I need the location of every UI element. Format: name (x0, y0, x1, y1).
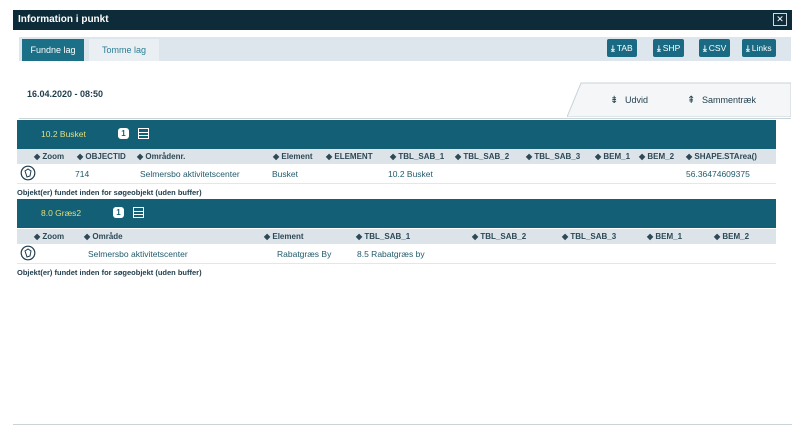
zoom-icon[interactable] (20, 165, 36, 181)
count-badge: 1 (118, 128, 129, 139)
col-bem-1[interactable]: ◆ BEM_1 (595, 152, 630, 161)
window-bottom-border (13, 424, 792, 425)
download-icon: ⤓ (703, 43, 707, 53)
table-row: 714 Selmersbo aktivitetscenter Busket 10… (17, 164, 776, 184)
table-icon[interactable] (133, 207, 144, 218)
cell-element: Rabatgræs By (277, 249, 332, 259)
collapse-icon: ⇞ (687, 95, 696, 106)
window-titlebar[interactable]: Information i punkt ✕ (13, 10, 792, 30)
window-title: Information i punkt (18, 14, 109, 25)
col-omraade[interactable]: ◆ Område (84, 232, 123, 241)
cell-tbl-sab-1: 10.2 Busket (388, 169, 433, 179)
col-element[interactable]: ◆ Element (264, 232, 304, 241)
export-shp-label: SHP (662, 43, 681, 53)
cell-omraadenr: Selmersbo aktivitetscenter (140, 169, 240, 179)
col-objectid[interactable]: ◆ OBJECTID (77, 152, 126, 161)
export-links-button[interactable]: ⤓ Links (742, 39, 776, 57)
info-bar: 16.04.2020 - 08:50 ⇟ Udvid ⇞ Sammentræk (19, 67, 791, 119)
col-element-upper[interactable]: ◆ ELEMENT (326, 152, 373, 161)
zoom-icon[interactable] (20, 245, 36, 261)
footnote: Objekt(er) fundet inden for søgeobjekt (… (17, 188, 202, 197)
group-name: 8.0 Græs2 (41, 208, 82, 218)
col-zoom[interactable]: ◆ Zoom (34, 152, 64, 161)
col-shape-starea[interactable]: ◆ SHAPE.STArea() (686, 152, 757, 161)
download-icon: ⤓ (657, 43, 661, 53)
collapse-label: Sammentræk (702, 95, 757, 105)
tab-fundne-lag[interactable]: Fundne lag (22, 39, 84, 61)
col-tbl-sab-3[interactable]: ◆ TBL_SAB_3 (526, 152, 580, 161)
col-tbl-sab-2[interactable]: ◆ TBL_SAB_2 (455, 152, 509, 161)
cell-element: Busket (272, 169, 298, 179)
collapse-button[interactable]: ⇞ Sammentræk (687, 95, 756, 106)
download-icon: ⤓ (746, 43, 750, 53)
expand-button[interactable]: ⇟ Udvid (610, 95, 648, 106)
column-header-row: ◆ Zoom ◆ OBJECTID ◆ Områdenr. ◆ Element … (17, 149, 776, 164)
expand-icon: ⇟ (610, 95, 619, 106)
col-element[interactable]: ◆ Element (273, 152, 313, 161)
col-tbl-sab-2[interactable]: ◆ TBL_SAB_2 (472, 232, 526, 241)
actions-tab-shape (567, 82, 791, 117)
tab-tomme-lag[interactable]: Tomme lag (89, 39, 159, 61)
toolbar: Fundne lag Tomme lag ⤓ TAB ⤓ SHP ⤓ CSV ⤓ Lin… (19, 37, 791, 61)
column-header-row: ◆ Zoom ◆ Område ◆ Element ◆ TBL_SAB_1 ◆ … (17, 229, 776, 244)
count-badge: 1 (113, 207, 124, 218)
export-links-label: Links (751, 43, 772, 53)
group-header-busket[interactable]: 10.2 Busket 1 (17, 120, 776, 149)
col-bem-1[interactable]: ◆ BEM_1 (647, 232, 682, 241)
cell-omraade: Selmersbo aktivitetscenter (88, 249, 188, 259)
export-shp-button[interactable]: ⤓ SHP (653, 39, 685, 57)
col-bem-2[interactable]: ◆ BEM_2 (639, 152, 674, 161)
col-tbl-sab-3[interactable]: ◆ TBL_SAB_3 (562, 232, 616, 241)
cell-shape-starea: 56.36474609375 (686, 169, 750, 179)
cell-objectid: 714 (75, 169, 90, 179)
export-tab-button[interactable]: ⤓ TAB (607, 39, 637, 57)
col-tbl-sab-1[interactable]: ◆ TBL_SAB_1 (356, 232, 410, 241)
col-tbl-sab-1[interactable]: ◆ TBL_SAB_1 (390, 152, 444, 161)
col-bem-2[interactable]: ◆ BEM_2 (714, 232, 749, 241)
export-csv-label: CSV (708, 43, 727, 53)
timestamp: 16.04.2020 - 08:50 (27, 89, 104, 99)
download-icon: ⤓ (611, 43, 615, 53)
export-tab-label: TAB (616, 43, 633, 53)
expand-label: Udvid (625, 95, 649, 105)
col-zoom[interactable]: ◆ Zoom (34, 232, 64, 241)
footnote: Objekt(er) fundet inden for søgeobjekt (… (17, 268, 202, 277)
table-row: Selmersbo aktivitetscenter Rabatgræs By … (17, 244, 776, 264)
export-csv-button[interactable]: ⤓ CSV (699, 39, 731, 57)
close-icon[interactable]: ✕ (773, 13, 787, 26)
table-icon[interactable] (138, 128, 149, 139)
group-name: 10.2 Busket (41, 129, 86, 139)
col-omraadenr[interactable]: ◆ Områdenr. (137, 152, 185, 161)
cell-tbl-sab-1: 8.5 Rabatgræs by (357, 249, 425, 259)
group-header-graes2[interactable]: 8.0 Græs2 1 (17, 199, 776, 228)
